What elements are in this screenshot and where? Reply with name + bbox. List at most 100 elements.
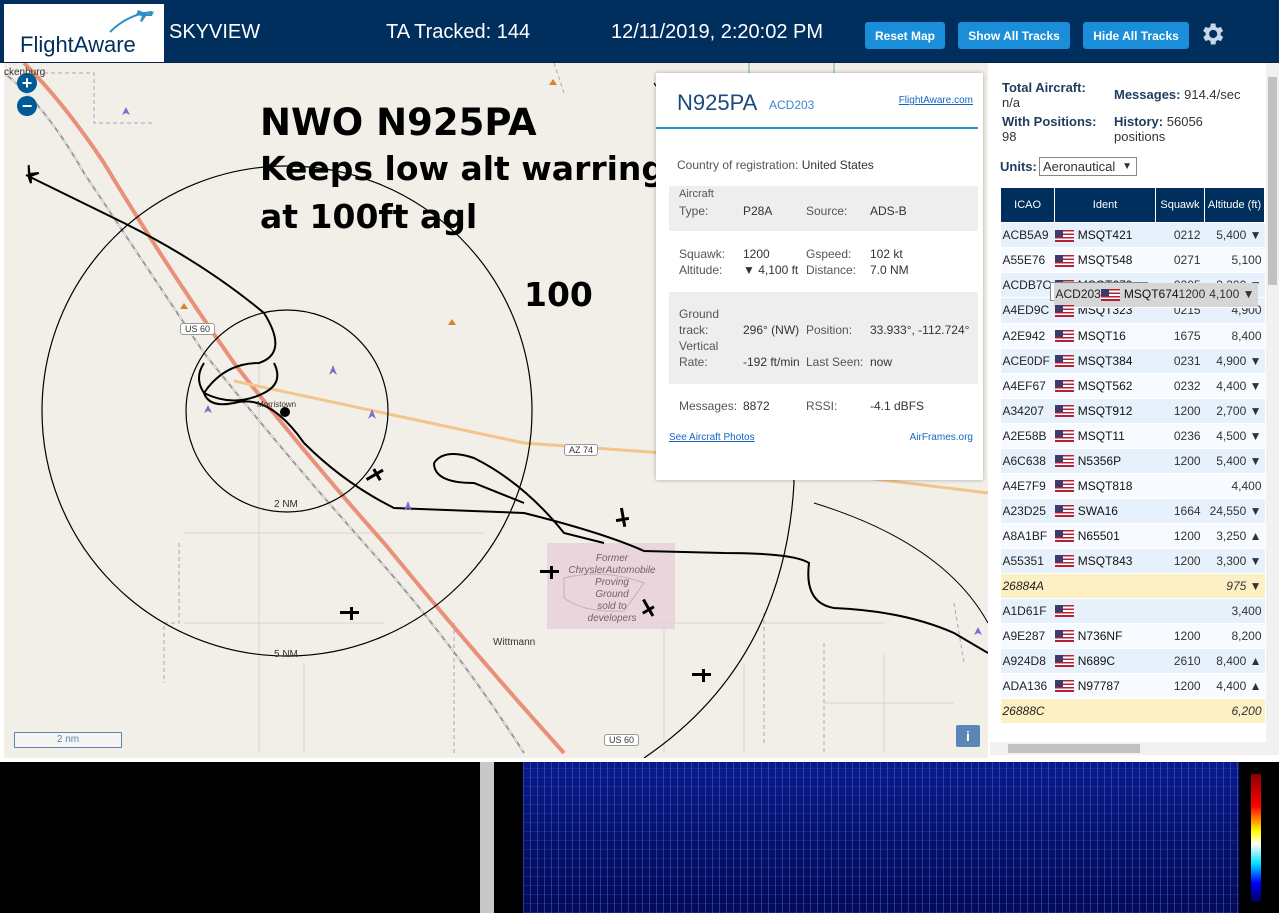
type-value: P28A — [743, 204, 773, 218]
table-row[interactable]: ACB5A9 MSQT421 0212 5,400 ▼ — [1000, 222, 1265, 248]
table-row[interactable]: ADA136 N97787 1200 4,400 ▲ — [1000, 673, 1265, 699]
map-info-button[interactable]: i — [956, 725, 980, 747]
table-row[interactable]: A9E287 N736NF 1200 8,200 — [1000, 623, 1265, 649]
annotation-number: 100 — [524, 275, 593, 314]
distance-value: 7.0 NM — [870, 263, 909, 277]
cell-altitude: 4,900 ▼ — [1204, 348, 1265, 374]
cell-ident: MSQT818 — [1054, 473, 1156, 499]
cell-ident: MSQT16 — [1054, 323, 1156, 349]
cell-icao: A9E287 — [1000, 623, 1055, 649]
cell-squawk: 1200 — [1178, 282, 1210, 308]
annotation-line2: Keeps low alt warring — [260, 149, 666, 188]
vertical-label: Vertical — [679, 339, 719, 353]
us-flag-icon — [1054, 605, 1074, 618]
cell-altitude: 24,550 ▼ — [1204, 498, 1265, 524]
table-row[interactable]: ACE0DF MSQT384 0231 4,900 ▼ — [1000, 348, 1265, 374]
flightaware-link[interactable]: FlightAware.com — [899, 95, 973, 106]
us-flag-icon — [1054, 655, 1074, 668]
gspeed-label: Gspeed: — [806, 247, 852, 261]
cell-icao: A55E76 — [1000, 247, 1055, 273]
aircraft-label: Aircraft — [679, 188, 714, 200]
flightaware-logo[interactable]: FlightAware — [4, 4, 164, 62]
cell-squawk — [1155, 473, 1205, 499]
column-header-icao[interactable]: ICAO — [999, 187, 1056, 223]
squawk-value: 1200 — [743, 247, 770, 261]
hide-all-tracks-button[interactable]: Hide All Tracks — [1083, 22, 1189, 49]
cell-altitude: 4,100 ▼ — [1209, 282, 1258, 308]
cell-altitude: 4,400 ▲ — [1204, 673, 1265, 699]
cell-ident: N97787 — [1054, 673, 1156, 699]
table-row[interactable]: A6C638 N5356P 1200 5,400 ▼ — [1000, 448, 1265, 474]
altitude-label: Altitude: — [679, 263, 723, 277]
cell-ident: MSQT843 — [1054, 548, 1156, 574]
column-header-altitude[interactable]: Altitude (ft) — [1204, 187, 1265, 223]
country-row: Country of registration: United States — [677, 158, 874, 172]
show-all-tracks-button[interactable]: Show All Tracks — [958, 22, 1070, 49]
table-row[interactable]: A2E58B MSQT11 0236 4,500 ▼ — [1000, 423, 1265, 449]
cell-squawk: 0236 — [1155, 423, 1205, 449]
ground-label: Ground — [679, 307, 720, 321]
table-row[interactable]: A1D61F 3,400 — [1000, 598, 1265, 624]
cell-squawk: 0271 — [1155, 247, 1205, 273]
color-scale-bar — [1251, 774, 1261, 902]
cell-icao: A2E58B — [1000, 423, 1055, 449]
town-label-morristown: Morristown — [257, 400, 297, 409]
cell-altitude: 3,250 ▲ — [1204, 523, 1265, 549]
reset-map-button[interactable]: Reset Map — [865, 22, 945, 49]
table-row[interactable]: 26888C 6,200 — [1000, 698, 1265, 724]
cell-squawk: 1200 — [1155, 523, 1205, 549]
source-value: ADS-B — [870, 204, 907, 218]
table-row[interactable]: A2E942 MSQT16 1675 8,400 — [1000, 323, 1265, 349]
history: History: 56056 positions — [1114, 114, 1203, 144]
us-flag-icon — [1100, 289, 1120, 302]
table-row[interactable]: A4E7F9 MSQT818 4,400 — [1000, 473, 1265, 499]
popup-divider — [656, 127, 978, 129]
sidebar-horizontal-scrollbar[interactable] — [990, 742, 1279, 755]
cell-squawk: 1200 — [1155, 448, 1205, 474]
cell-icao: A4ED9C — [1000, 298, 1055, 324]
rate-label: Rate: — [679, 355, 708, 369]
table-row[interactable]: 26884A 975 ▼ — [1000, 573, 1265, 599]
table-row[interactable]: A4EF67 MSQT562 0232 4,400 ▼ — [1000, 373, 1265, 399]
gear-icon[interactable] — [1198, 20, 1226, 48]
datetime: 12/11/2019, 2:20:02 PM — [611, 21, 824, 43]
cell-altitude: 8,200 — [1204, 623, 1265, 649]
airframes-link[interactable]: AirFrames.org — [910, 432, 973, 443]
column-header-ident[interactable]: Ident — [1054, 187, 1156, 223]
cell-ident — [1054, 573, 1156, 599]
table-row[interactable]: ACD203 MSQT674 1200 4,100 ▼ — [1049, 281, 1258, 308]
us-flag-icon — [1054, 305, 1074, 318]
cell-altitude: 5,100 — [1204, 247, 1265, 273]
units-select[interactable]: Aeronautical ▼ — [1039, 157, 1137, 176]
road-shield-az74: AZ 74 — [564, 444, 599, 456]
table-row[interactable]: A34207 MSQT912 1200 2,700 ▼ — [1000, 398, 1265, 424]
squawk-label: Squawk: — [679, 247, 726, 261]
total-aircraft: Total Aircraft: n/a — [1002, 80, 1086, 110]
cell-ident: MSQT548 — [1054, 247, 1156, 273]
cell-squawk — [1155, 698, 1205, 724]
waterfall-spectrum — [523, 762, 1239, 913]
table-row[interactable]: A8A1BF N65501 1200 3,250 ▲ — [1000, 523, 1265, 549]
cell-altitude: 4,400 — [1204, 473, 1265, 499]
town-label-wittmann: Wittmann — [493, 637, 536, 648]
table-row[interactable]: A924D8 N689C 2610 8,400 ▲ — [1000, 648, 1265, 674]
table-row[interactable]: A55E76 MSQT548 0271 5,100 — [1000, 247, 1265, 273]
splitter-bar[interactable] — [480, 762, 494, 913]
cell-squawk: 1200 — [1155, 623, 1205, 649]
messages-rate: Messages: 914.4/sec — [1114, 87, 1241, 102]
cell-altitude: 975 ▼ — [1204, 573, 1265, 599]
road-shield-us60-south: US 60 — [604, 734, 640, 746]
column-header-squawk[interactable]: Squawk — [1154, 187, 1206, 223]
zoom-out-button[interactable]: − — [17, 96, 37, 116]
us-flag-icon — [1054, 380, 1074, 393]
aircraft-photos-link[interactable]: See Aircraft Photos — [669, 432, 755, 443]
cell-squawk: 0231 — [1155, 348, 1205, 374]
cell-ident: MSQT912 — [1054, 398, 1156, 424]
us-flag-icon — [1054, 254, 1074, 267]
table-row[interactable]: A55351 MSQT843 1200 3,300 ▼ — [1000, 548, 1265, 574]
us-flag-icon — [1054, 480, 1074, 493]
table-row[interactable]: A23D25 SWA16 1664 24,550 ▼ — [1000, 498, 1265, 524]
cell-ident: MSQT11 — [1054, 423, 1156, 449]
cell-icao: 26884A — [1000, 573, 1055, 599]
sidebar-vertical-scrollbar[interactable] — [1266, 63, 1279, 743]
